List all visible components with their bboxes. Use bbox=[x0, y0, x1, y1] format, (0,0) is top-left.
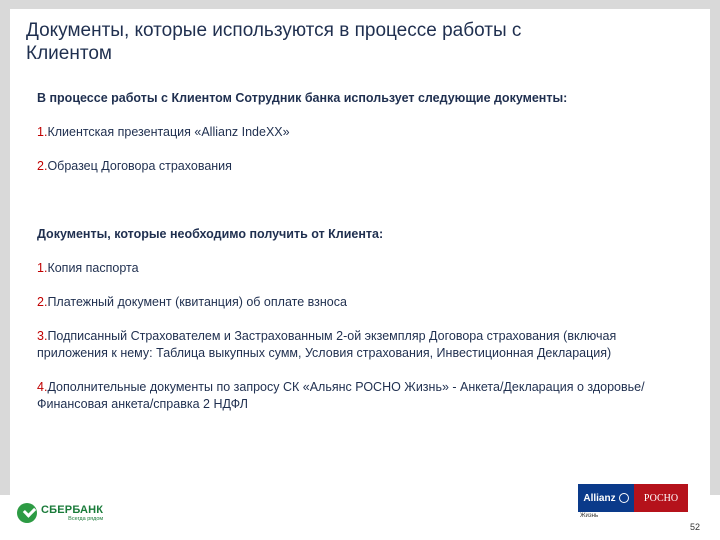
sberbank-name: СБЕРБАНК bbox=[41, 503, 104, 516]
rosno-label: РОСНО bbox=[643, 492, 679, 504]
list-item: 3.Подписанный Страхователем и Застрахова… bbox=[37, 328, 667, 362]
allianz-logo: Allianz bbox=[578, 484, 634, 512]
allianz-eagle-icon bbox=[618, 493, 629, 503]
content-body: В процессе работы с Клиентом Сотрудник б… bbox=[37, 90, 667, 413]
list-text: Дополнительные документы по запросу СК «… bbox=[37, 380, 645, 411]
page-title: Документы, которые используются в процес… bbox=[26, 20, 522, 64]
section2-heading: Документы, которые необходимо получить о… bbox=[37, 227, 384, 241]
partner-subtitle: Жизнь bbox=[580, 513, 599, 519]
list-item: 1.Клиентская презентация «Allianz IndeXX… bbox=[37, 124, 667, 141]
allianz-label: Allianz bbox=[583, 492, 616, 504]
list-text: Платежный документ (квитанция) об оплате… bbox=[47, 295, 347, 309]
allianz-rosno-logo: Allianz РОСНО Жизнь bbox=[578, 484, 688, 522]
list-text: Подписанный Страхователем и Застрахованн… bbox=[37, 329, 617, 360]
list-text: Копия паспорта bbox=[47, 261, 139, 275]
list-number: 2. bbox=[37, 159, 48, 173]
sberbank-check-icon bbox=[17, 503, 37, 523]
list-text: Образец Договора страхования bbox=[47, 159, 232, 173]
list-item: 2.Образец Договора страхования bbox=[37, 158, 667, 175]
list-number: 4. bbox=[37, 380, 48, 394]
list-number: 2. bbox=[37, 295, 48, 309]
list-number: 1. bbox=[37, 261, 48, 275]
list-item: 2.Платежный документ (квитанция) об опла… bbox=[37, 294, 667, 311]
list-item: 4.Дополнительные документы по запросу СК… bbox=[37, 379, 667, 413]
sberbank-tagline: Всегда рядом bbox=[68, 515, 104, 522]
list-item: 1.Копия паспорта bbox=[37, 260, 667, 277]
rosno-logo: РОСНО bbox=[634, 484, 688, 512]
list-text: Клиентская презентация «Allianz IndeXX» bbox=[47, 125, 290, 139]
sberbank-logo: СБЕРБАНК Всегда рядом bbox=[17, 500, 109, 526]
list-number: 3. bbox=[37, 329, 48, 343]
page-number: 52 bbox=[690, 522, 701, 532]
section1-heading: В процессе работы с Клиентом Сотрудник б… bbox=[37, 91, 568, 105]
list-number: 1. bbox=[37, 125, 48, 139]
